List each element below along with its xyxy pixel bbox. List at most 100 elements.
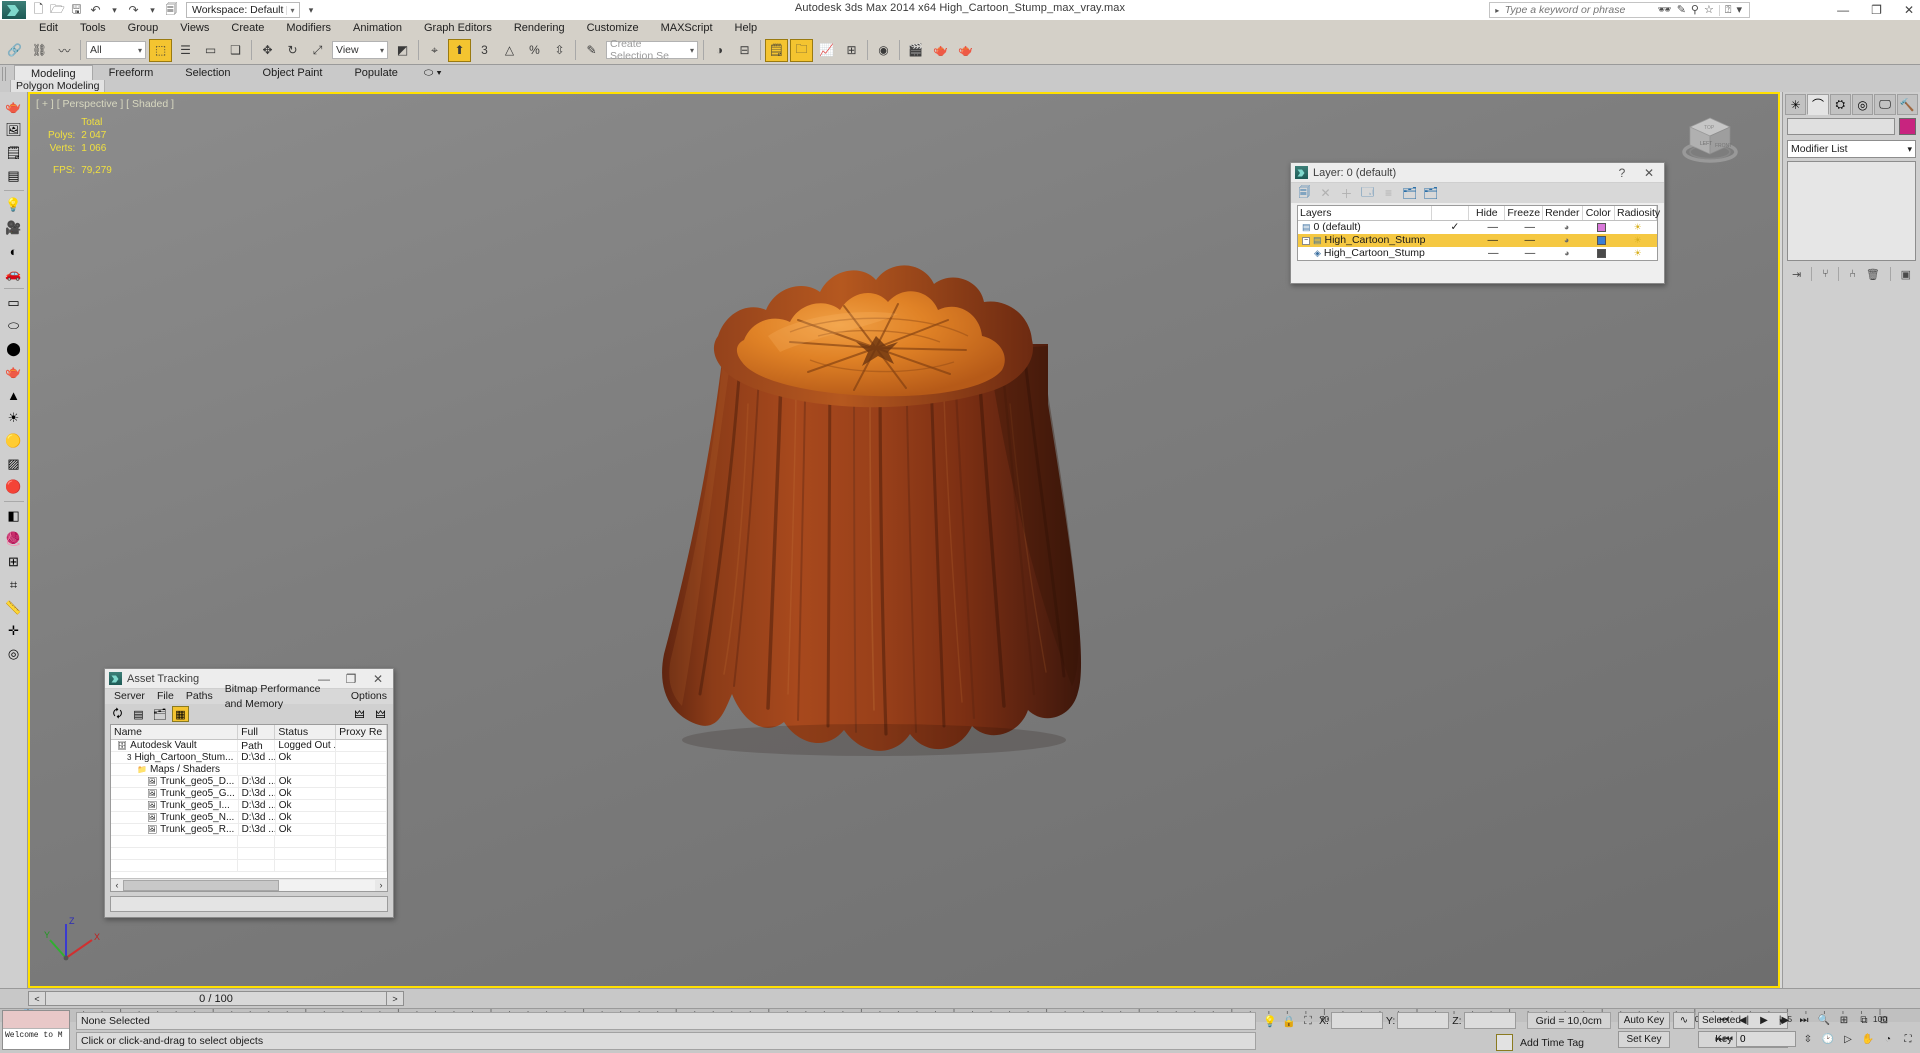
color-swatch[interactable] [1597,222,1607,232]
layer-render-toggle[interactable]: ◕ [1548,247,1585,260]
layer-name-cell[interactable]: − ▤ High_Cartoon_Stump [1298,234,1436,247]
render-settings-icon[interactable]: 🗒 [2,142,26,164]
asset-grid-view-icon[interactable]: ▦ [172,706,189,722]
teapot-primitive-icon[interactable]: 🫖 [2,361,26,383]
menu-item-modifiers[interactable]: Modifiers [275,20,342,36]
align-icon[interactable]: ⊟ [733,39,756,62]
set-key-curve-icon[interactable]: ∿ [1673,1012,1695,1029]
asset-list-view-icon[interactable]: ▤ [130,706,147,722]
maxscript-mini-listener[interactable]: Welcome to M [2,1010,70,1050]
chevron-down-icon[interactable]: ▾ [138,46,142,55]
highlight-selected-objects-icon[interactable]: ≡ [1381,186,1396,200]
render-setup-icon[interactable]: 🎬 [904,39,927,62]
angle-snap-toggle-icon[interactable]: 3 [473,39,496,62]
delete-layer-icon[interactable]: ✕ [1318,186,1333,200]
object-name-input[interactable] [1787,118,1895,135]
menu-item-help[interactable]: Help [724,20,769,36]
layer-color-swatch[interactable] [1585,234,1618,247]
asset-tracking-dialog[interactable]: Asset Tracking — ❐ ✕ Server File Paths B… [104,668,394,918]
snaps-toggle-icon[interactable]: ⬆ [448,38,471,62]
layer-row[interactable]: ▤ 0 (default) ✓ — — ◕ ☀ [1298,221,1657,234]
menu-item-rendering[interactable]: Rendering [503,20,576,36]
layer-freeze-toggle[interactable]: — [1511,221,1548,234]
modifier-stack[interactable] [1787,161,1916,261]
render-production-icon[interactable]: 🫖 [954,39,977,62]
layer-color-swatch[interactable] [1585,247,1618,260]
plane-primitive-icon[interactable]: ▭ [2,292,26,314]
layer-explorer-icon[interactable]: 🗒 [765,38,788,62]
asset-row[interactable]: 🖼 Trunk_geo5_R... D:\3d ... Ok [111,824,387,836]
layer-render-toggle[interactable]: ◕ [1548,221,1585,234]
percent-snap-icon[interactable]: △ [498,39,521,62]
binoculars-icon[interactable]: 🕶 [1658,4,1672,16]
expander-icon[interactable]: − [1302,236,1310,245]
layer-radiosity-toggle[interactable]: ☀ [1618,234,1657,247]
render-preview-icon[interactable]: 🖼 [2,119,26,141]
menu-item-edit[interactable]: Edit [28,20,69,36]
search-expand-icon[interactable]: ▸ [1492,6,1503,15]
cone-primitive-icon[interactable]: ▲ [2,384,26,406]
grid-helper-icon[interactable]: ▨ [2,453,26,475]
field-of-view-icon[interactable]: ▷ [1840,1031,1856,1047]
search-input[interactable] [1502,3,1653,17]
asset-tree-view-icon[interactable]: 🗂 [151,706,168,722]
camera-tool-icon[interactable]: 🎥 [2,217,26,239]
create-new-layer-icon[interactable]: 🗐 [1297,183,1312,204]
menu-item-tools[interactable]: Tools [69,20,117,36]
layer-freeze-toggle[interactable]: — [1512,247,1549,260]
select-by-name-icon[interactable]: ☰ [174,39,197,62]
select-and-scale-icon[interactable]: ⤢ [306,39,329,62]
go-to-start-icon[interactable]: ⏮ [1716,1012,1732,1028]
absolute-relative-toggle-icon[interactable]: ⛶ [1300,1012,1316,1030]
ribbon-tab-populate[interactable]: Populate [338,65,413,81]
render-elements-icon[interactable]: ▤ [2,165,26,187]
sphere-primitive-icon[interactable]: ⬭ [2,315,26,337]
menu-item-animation[interactable]: Animation [342,20,413,36]
layer-row[interactable]: − ▤ High_Cartoon_Stump — — ◕ ☀ [1298,234,1657,247]
viewcube[interactable]: LEFT FRONT TOP [1674,108,1746,170]
asset-vault-login-icon[interactable]: 🜲 [351,706,368,722]
time-next-button[interactable]: > [386,991,404,1006]
select-layer-objects-icon[interactable]: 🗔 [1360,183,1375,204]
bind-to-space-warp-icon[interactable]: 〰 [53,39,76,62]
modifier-list-dropdown[interactable]: Modifier List ▾ [1787,140,1916,158]
helper-tool-icon[interactable]: ✛ [2,620,26,642]
ribbon-tab-freeform[interactable]: Freeform [93,65,170,81]
layer-dialog-close-button[interactable]: ✕ [1638,166,1660,180]
layer-color-swatch[interactable] [1585,221,1618,234]
unlink-selection-icon[interactable]: ⛓ [28,39,51,62]
time-prev-button[interactable]: < [28,991,46,1006]
minimize-icon[interactable]: — [1837,3,1849,17]
radiosity-icon[interactable]: ☀ [1634,235,1642,245]
compass-icon[interactable]: ⚲ [1691,4,1699,16]
select-and-manipulate-icon[interactable]: ⌖ [423,39,446,62]
asset-row[interactable]: 📁 Maps / Shaders [111,764,387,776]
zoom-all-icon[interactable]: ⊞ [1836,1012,1852,1028]
search-box[interactable]: ▸ 🕶 ✎ ⚲ ☆ ⍰ ▾ [1488,2,1750,18]
spinner-snap-icon[interactable]: % [523,39,546,62]
spinner-snap-toggle-icon[interactable]: ⇳ [548,39,571,62]
key-mode-toggle-icon[interactable]: ⏭⏮ [1715,1031,1733,1047]
shadow-tool-icon[interactable]: ◐ [2,240,26,262]
asset-menu-paths[interactable]: Paths [180,689,219,704]
command-tab-utilities[interactable]: 🔨 [1896,94,1918,115]
render-teapot-icon[interactable]: ◕ [1564,235,1569,245]
asset-row[interactable]: 🖼 Trunk_geo5_G... D:\3d ... Ok [111,788,387,800]
circle-primitive-icon[interactable]: ⬤ [2,338,26,360]
window-crossing-icon[interactable]: ❑ [224,39,247,62]
layer-hide-toggle[interactable]: — [1474,221,1511,234]
asset-refresh-icon[interactable]: 🗘 [109,706,126,722]
asset-name-cell[interactable]: 🖼 Trunk_geo5_D... [111,776,239,787]
uvw-map-icon[interactable]: ⊞ [2,551,26,573]
layer-name-cell[interactable]: ◈ High_Cartoon_Stump [1298,247,1436,260]
next-frame-icon[interactable]: |▶ [1776,1012,1792,1028]
misc-tool-icon[interactable]: ◎ [2,643,26,665]
layer-dialog-titlebar[interactable]: Layer: 0 (default) ? ✕ [1291,163,1664,183]
select-and-move-icon[interactable]: ✥ [256,39,279,62]
light-lister-icon[interactable]: 💡 [2,194,26,216]
add-to-layer-icon[interactable]: ＋ [1339,185,1354,202]
select-object-icon[interactable]: ⬚ [149,38,172,62]
go-to-end-icon[interactable]: ⏭ [1796,1012,1812,1028]
zoom-extents-all-icon[interactable]: ⊡ [1876,1012,1892,1028]
asset-name-cell[interactable]: 🖼 Trunk_geo5_N... [111,812,239,823]
